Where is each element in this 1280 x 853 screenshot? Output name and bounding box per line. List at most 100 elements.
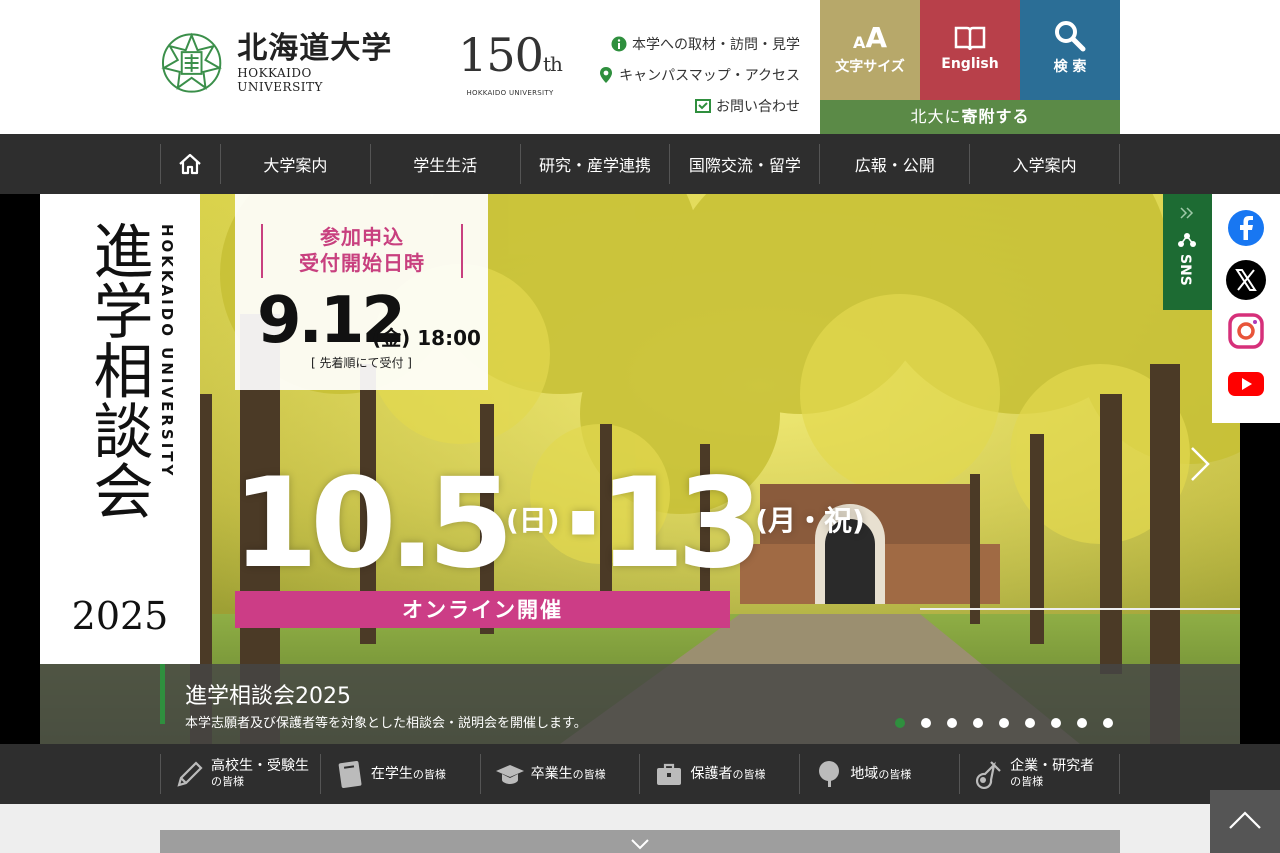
slide-dot[interactable] <box>1025 718 1035 728</box>
facebook-icon[interactable] <box>1226 208 1266 248</box>
slide-dot[interactable] <box>1103 718 1113 728</box>
site-header: 北海道大学 HOKKAIDO UNIVERSITY 150th HOKKAIDO… <box>0 0 1280 134</box>
audience-community[interactable]: 地域の皆様 <box>800 754 961 794</box>
slide-dot[interactable] <box>1051 718 1061 728</box>
logo-name-ja: 北海道大学 <box>237 31 393 66</box>
nav-public-relations[interactable]: 広報・公開 <box>820 144 971 184</box>
audience-label: 卒業生 <box>530 765 573 782</box>
application-note: [ 先着順にて受付 ] <box>311 356 412 370</box>
nav-international[interactable]: 国際交流・留学 <box>670 144 821 184</box>
expand-panel-bar[interactable] <box>160 830 1120 853</box>
caption-subtitle: 本学志願者及び保護者等を対象とした相談会・説明会を開催します。 <box>185 716 587 731</box>
slide-dot[interactable] <box>973 718 983 728</box>
anniversary-subtitle: HOKKAIDO UNIVERSITY <box>466 89 554 97</box>
back-to-top-button[interactable] <box>1210 790 1280 853</box>
search-icon <box>1055 21 1086 52</box>
double-chevron-icon <box>1180 207 1194 219</box>
audience-suffix: の皆様 <box>412 767 446 781</box>
event-panel-english: HOKKAIDO UNIVERSITY <box>158 224 176 479</box>
audience-industry-researchers[interactable]: 企業・研究者 の皆様 <box>960 754 1120 794</box>
flask-icon <box>976 761 1001 789</box>
graduation-cap-icon <box>495 765 524 784</box>
slide-dot[interactable] <box>895 718 905 728</box>
briefcase-icon <box>657 763 682 785</box>
english-label: English <box>941 56 999 72</box>
online-badge: オンライン開催 <box>235 591 730 628</box>
audience-suffix: の皆様 <box>732 767 766 781</box>
audience-label: 企業・研究者 <box>1010 758 1095 774</box>
font-size-button[interactable]: AA 文字サイズ <box>820 0 920 100</box>
search-label: 検 索 <box>1053 59 1087 75</box>
audience-label: 在学生 <box>370 765 413 782</box>
x-icon[interactable] <box>1226 260 1266 300</box>
anniversary-suffix: th <box>542 52 563 76</box>
anniversary-number: 150 <box>458 28 544 82</box>
contact-link[interactable]: お問い合わせ <box>580 90 800 121</box>
event-title-vertical: 進学相談会 <box>83 220 153 520</box>
nav-admissions[interactable]: 入学案内 <box>970 144 1120 184</box>
caption-accent-bar <box>160 664 165 724</box>
search-button[interactable]: 検 索 <box>1020 0 1120 100</box>
event-panel: 進学相談会 HOKKAIDO UNIVERSITY 2025 <box>40 194 200 664</box>
global-nav: 大学案内 学生生活 研究・産学連携 国際交流・留学 広報・公開 入学案内 <box>0 134 1280 194</box>
audience-suffix: の皆様 <box>572 767 606 781</box>
notebook-icon <box>338 760 362 789</box>
audience-label: 保護者 <box>690 765 733 782</box>
event-dates: 10.5(日)·13(月・祝) <box>232 446 865 599</box>
home-icon <box>179 153 202 175</box>
slide-dot[interactable] <box>947 718 957 728</box>
nav-research[interactable]: 研究・産学連携 <box>521 144 671 184</box>
event-date-2: ·13 <box>559 452 764 596</box>
sns-toggle[interactable]: SNS <box>1163 194 1212 310</box>
utility-links: 本学への取材・訪問・見学 キャンパスマップ・アクセス お問い合わせ <box>580 28 800 121</box>
youtube-icon[interactable] <box>1226 364 1266 404</box>
application-heading-line1: 参加申込 <box>320 225 404 249</box>
next-slide-arrow[interactable] <box>1186 444 1214 484</box>
emblem-icon <box>161 32 222 93</box>
slide-dot[interactable] <box>1077 718 1087 728</box>
mail-icon <box>695 98 711 113</box>
font-size-icon: AA <box>852 21 888 54</box>
audience-suffix: の皆様 <box>878 767 912 781</box>
slide-dot[interactable] <box>921 718 931 728</box>
audience-prospective-students[interactable]: 高校生・受験生 の皆様 <box>161 754 321 794</box>
share-icon <box>1178 233 1196 247</box>
chevron-up-icon <box>1229 811 1261 829</box>
pencil-icon <box>177 761 203 787</box>
application-time: (金) 18:00 <box>372 326 481 350</box>
slide-pagination <box>895 718 1129 728</box>
event-date-1-day: (日) <box>505 504 560 537</box>
instagram-icon[interactable] <box>1226 311 1266 351</box>
anniversary-logo[interactable]: 150th HOKKAIDO UNIVERSITY <box>458 28 563 97</box>
audience-suffix: の皆様 <box>211 775 244 788</box>
audience-alumni[interactable]: 卒業生の皆様 <box>481 754 641 794</box>
nav-home[interactable] <box>161 144 221 184</box>
tree-icon <box>819 761 840 787</box>
visit-link[interactable]: 本学への取材・訪問・見学 <box>580 28 800 59</box>
visit-link-label: 本学への取材・訪問・見学 <box>632 36 800 53</box>
donate-strong: 寄附する <box>961 107 1030 126</box>
event-year: 2025 <box>71 594 169 638</box>
font-size-label: 文字サイズ <box>835 59 905 75</box>
application-heading-line2: 受付開始日時 <box>299 251 425 275</box>
donate-prefix: 北大に <box>910 107 962 126</box>
audience-current-students[interactable]: 在学生の皆様 <box>321 754 481 794</box>
slide-dot[interactable] <box>999 718 1009 728</box>
audience-parents[interactable]: 保護者の皆様 <box>640 754 801 794</box>
slide-caption[interactable]: 進学相談会2025 本学志願者及び保護者等を対象とした相談会・説明会を開催します… <box>40 664 1240 744</box>
map-pin-icon <box>600 66 613 83</box>
nav-student-life[interactable]: 学生生活 <box>371 144 521 184</box>
university-logo[interactable]: 北海道大学 HOKKAIDO UNIVERSITY <box>160 30 400 96</box>
donate-button[interactable]: 北大に寄附する <box>820 100 1120 134</box>
campus-map-link[interactable]: キャンパスマップ・アクセス <box>580 59 800 90</box>
info-icon <box>611 36 627 51</box>
chevron-down-icon <box>631 839 649 850</box>
english-button[interactable]: English <box>920 0 1020 100</box>
nav-about[interactable]: 大学案内 <box>221 144 371 184</box>
sns-tab-label: SNS <box>1177 254 1193 286</box>
application-box: 参加申込 受付開始日時 9.12 (金) 18:00 [ 先着順にて受付 ] <box>235 194 488 390</box>
audience-suffix: の皆様 <box>1010 775 1044 788</box>
sns-links <box>1212 194 1280 423</box>
audience-label: 高校生・受験生 <box>211 758 309 774</box>
audience-label: 地域 <box>850 765 879 782</box>
